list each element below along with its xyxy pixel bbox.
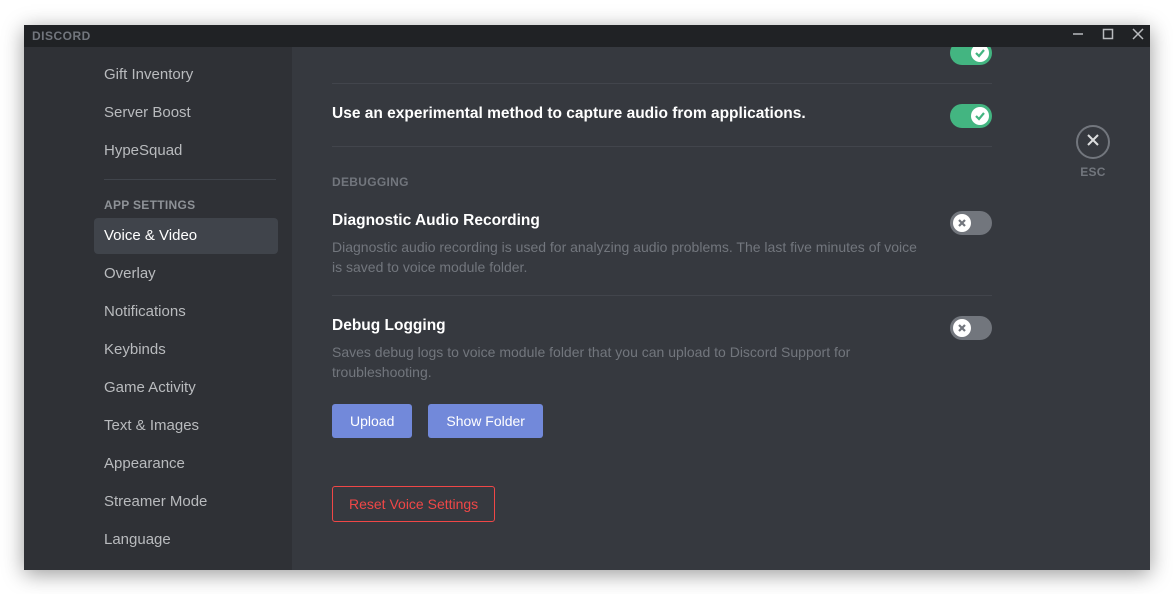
close-button[interactable] [1076,125,1110,159]
toggle-screen-capture[interactable] [950,47,992,65]
close-window-icon[interactable] [1132,27,1144,45]
sidebar-item-language[interactable]: Language [94,522,278,558]
setting-diagnostic-audio: Diagnostic Audio Recording Diagnostic au… [332,191,992,296]
sidebar-item-game-activity[interactable]: Game Activity [94,370,278,406]
settings-sidebar[interactable]: Gift Inventory Server Boost HypeSquad AP… [24,47,292,570]
sidebar-section-header: APP SETTINGS [94,180,286,218]
minimize-icon[interactable] [1072,27,1084,45]
setting-title: Use an experimental method to capture au… [332,104,930,124]
toggle-debug-logging[interactable] [950,316,992,340]
setting-title: Debug Logging [332,316,930,336]
sidebar-item-voice-video[interactable]: Voice & Video [94,218,278,254]
close-hint: ESC [1080,165,1106,179]
sidebar-item-server-boost[interactable]: Server Boost [94,95,278,131]
app-window: DISCORD Gift Inventory Server Boost Hype… [24,25,1150,570]
setting-audio-capture: Use an experimental method to capture au… [332,84,992,147]
sidebar-item-notifications[interactable]: Notifications [94,294,278,330]
sidebar-item-text-images[interactable]: Text & Images [94,408,278,444]
close-icon [1085,132,1101,153]
sidebar-item-windows-settings[interactable]: Windows Settings [94,560,278,570]
settings-content: Use our latest technology to capture you… [292,47,1150,570]
sidebar-item-appearance[interactable]: Appearance [94,446,278,482]
setting-screen-capture: Use our latest technology to capture you… [332,47,992,84]
brand-logo: DISCORD [32,29,91,43]
toggle-diagnostic-audio[interactable] [950,211,992,235]
setting-description: Diagnostic audio recording is used for a… [332,237,930,277]
show-folder-button[interactable]: Show Folder [428,404,543,438]
sidebar-item-keybinds[interactable]: Keybinds [94,332,278,368]
sidebar-item-streamer-mode[interactable]: Streamer Mode [94,484,278,520]
content-scroll[interactable]: Use our latest technology to capture you… [292,47,1150,570]
section-header-debugging: DEBUGGING [332,175,992,189]
close-settings: ESC [1076,125,1110,179]
sidebar-item-gift-inventory[interactable]: Gift Inventory [94,57,278,93]
setting-debug-logging: Debug Logging Saves debug logs to voice … [332,296,992,386]
sidebar-item-overlay[interactable]: Overlay [94,256,278,292]
setting-title: Diagnostic Audio Recording [332,211,930,231]
toggle-audio-capture[interactable] [950,104,992,128]
titlebar: DISCORD [24,25,1150,47]
sidebar-item-hypesquad[interactable]: HypeSquad [94,133,278,169]
upload-button[interactable]: Upload [332,404,412,438]
maximize-icon[interactable] [1102,27,1114,45]
reset-voice-settings-button[interactable]: Reset Voice Settings [332,486,495,522]
setting-description: Saves debug logs to voice module folder … [332,342,930,382]
